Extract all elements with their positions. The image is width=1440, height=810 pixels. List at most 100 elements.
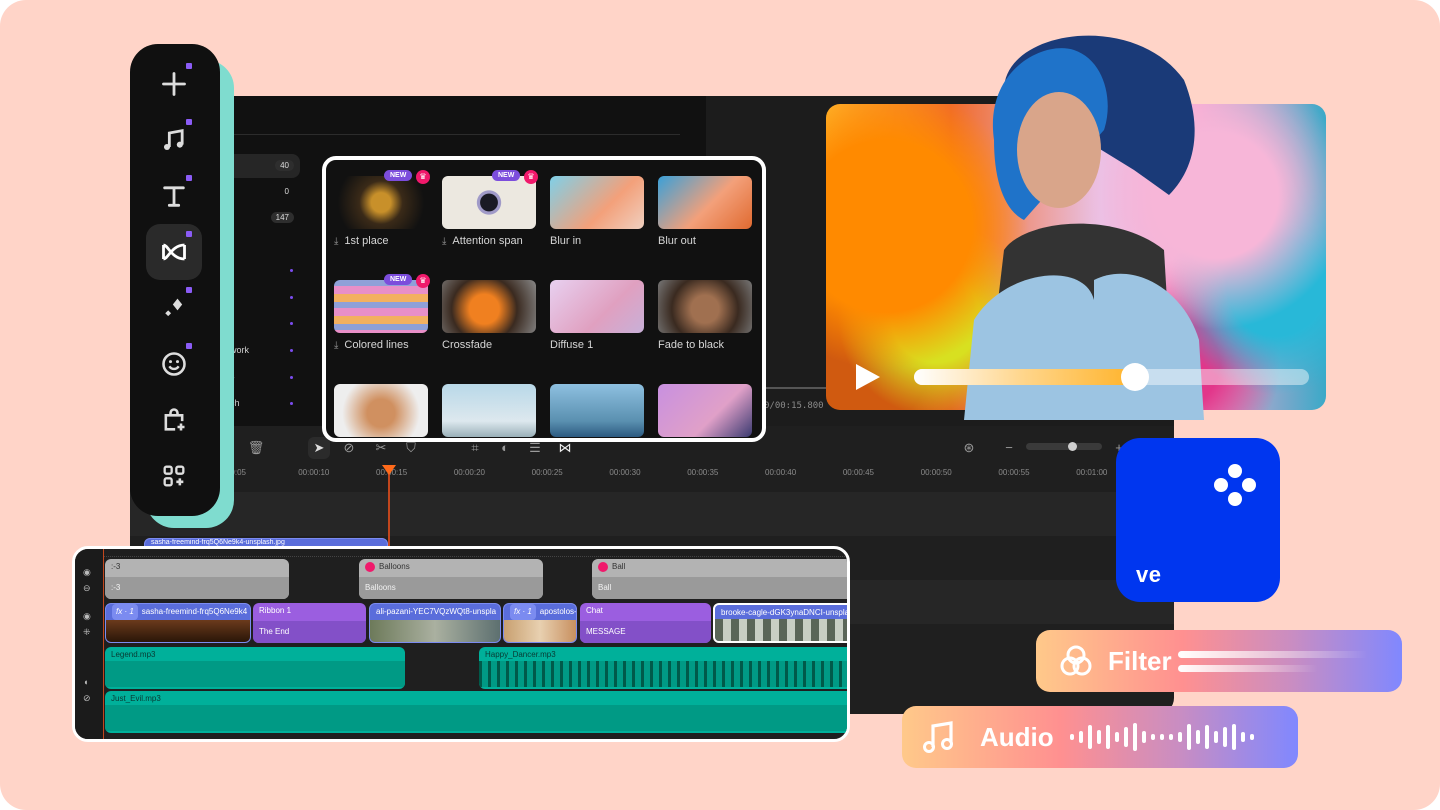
new-badge: NEW [492, 170, 521, 181]
transition-card[interactable]: Fade to black [658, 280, 752, 351]
audio-clip[interactable]: Legend.mp3 [105, 647, 405, 689]
text-icon [163, 186, 185, 207]
new-dot [290, 269, 293, 272]
video-clip[interactable]: ali-pazani-YEC7VQzWQt8-unspla [369, 603, 501, 643]
video-clip[interactable]: fx · 1 apostolos- [503, 603, 577, 643]
plus-icon [162, 72, 186, 96]
eye-icon[interactable]: ◉ [83, 567, 91, 578]
sidebar-item-effects[interactable] [146, 280, 202, 336]
sidebar-item-stickers[interactable] [146, 336, 202, 392]
audio-waveform-decoration [1069, 717, 1254, 757]
transition-thumbnail [442, 384, 536, 437]
text-clip[interactable]: :-3 :-3 [105, 559, 289, 599]
text-clip[interactable]: Ball Ball [592, 559, 847, 599]
ruler-tick-label: 00:00:30 [609, 468, 641, 477]
transitions-panel: NEW ♛ ⤓ 1st place NEW ♛ ⤓ Attention span Blur in… [322, 156, 766, 442]
mini-ruler[interactable] [103, 549, 847, 557]
clip-subtitle: :-3 [105, 577, 289, 599]
promo-canvas: 40 0 147 work s ch 0/00:15.800 🗑 ➤ ⊘ ✂ ⛉… [0, 0, 1440, 810]
transition-card[interactable]: Blur out [658, 176, 752, 247]
transition-card[interactable]: Blur in [550, 176, 644, 247]
transition-name: 1st place [344, 235, 389, 247]
download-icon[interactable]: ⤓ [442, 236, 446, 247]
transition-card[interactable]: NEW ♛ ⤓ Attention span [442, 170, 538, 247]
zoom-slider-knob[interactable] [1067, 442, 1077, 451]
new-dot [186, 175, 192, 181]
wave-bar [1231, 724, 1236, 750]
new-dot [186, 231, 192, 237]
ruler-tick-label: 00:00:20 [453, 468, 485, 477]
transition-card[interactable]: Diffuse 1 [550, 280, 644, 351]
text-template-clip[interactable]: Ribbon 1 The End [253, 603, 366, 643]
playback-progress[interactable] [914, 363, 1309, 391]
eye-icon[interactable]: ◉ [83, 611, 91, 622]
track-headers: ◉ ⊖ ◉ ⁜ ◖ ⊘ [75, 549, 103, 739]
new-dot [290, 402, 293, 405]
video-clip-selected[interactable]: brooke-cagle-dGK3ynaDNCI-unspla [713, 603, 847, 643]
divider [230, 134, 680, 135]
transition-thumbnail [658, 176, 752, 229]
transition-card[interactable]: NEW ♛ ⤓ 1st place [334, 170, 430, 247]
new-dot [186, 119, 192, 125]
sidebar-item-more[interactable] [146, 448, 202, 504]
transition-name: Attention span [452, 235, 523, 247]
play-button[interactable] [856, 364, 880, 390]
audio-clip[interactable]: Happy_Dancer.mp3 [479, 647, 847, 689]
transition-thumbnail [334, 384, 428, 437]
track-lane [130, 492, 1174, 536]
timeline-ruler[interactable]: 00:05 00:00:10 00:00:15 00:00:20 00:00:25 00:… [130, 466, 1174, 488]
text-template-clip[interactable]: Chat MESSAGE [580, 603, 711, 643]
link-icon[interactable]: ⊖ [83, 583, 91, 594]
playhead-handle[interactable] [382, 465, 396, 475]
clip-subtitle: The End [253, 621, 366, 643]
transition-card[interactable]: NEW ♛ ⤓ Colored lines [334, 274, 430, 351]
transition-card[interactable] [334, 384, 428, 437]
zoom-slider[interactable] [1026, 442, 1102, 451]
sidebar-item-store[interactable] [146, 392, 202, 448]
select-pointer-icon[interactable]: ➤ [308, 437, 330, 459]
clip-title: sasha-freemind-frq5Q6Ne9k4 [141, 607, 248, 616]
fx-badge: fx · 1 [510, 604, 536, 620]
ruler-tick-label: 00:00:10 [298, 468, 330, 477]
unlink-icon[interactable]: ⊘ [83, 693, 91, 704]
split-icon[interactable]: ⁜ [83, 627, 91, 638]
volume-icon[interactable]: ◖ [83, 677, 88, 687]
transition-card[interactable] [550, 384, 644, 437]
text-clip[interactable]: Balloons Balloons [359, 559, 543, 599]
waveform [105, 705, 847, 731]
download-icon[interactable]: ⤓ [334, 236, 338, 247]
clip-title: ali-pazani-YEC7VQzWQt8-unspla [376, 607, 497, 616]
ruler-tick-label: 00:00:55 [998, 468, 1030, 477]
wave-bar [1141, 731, 1146, 743]
sidebar-item-transitions[interactable] [146, 224, 202, 280]
logo-dot [1242, 478, 1256, 492]
playhead[interactable] [103, 549, 104, 739]
video-clip[interactable]: fx · 1 sasha-freemind-frq5Q6Ne9k4 [105, 603, 251, 643]
transition-card[interactable] [658, 384, 752, 437]
transition-card[interactable] [442, 384, 536, 437]
transition-name: Blur out [658, 235, 696, 247]
category-count: 147 [270, 212, 294, 223]
wave-bar [1168, 734, 1173, 740]
audio-clip[interactable]: Just_Evil.mp3 [105, 691, 847, 733]
playback-progress-knob[interactable] [1121, 363, 1150, 391]
wave-bar [1105, 725, 1110, 749]
filmstrip [715, 619, 847, 641]
clip-subtitle: Balloons [359, 577, 543, 599]
waveform [479, 661, 847, 687]
smiley-icon [162, 352, 186, 376]
sidebar-item-text[interactable] [146, 168, 202, 224]
wave-bar [1249, 734, 1254, 740]
filter-lines-decoration [1177, 650, 1368, 672]
filter-feature-pill: Filter [1036, 630, 1402, 692]
delete-icon[interactable]: 🗑 [245, 437, 267, 459]
premium-crown-icon [365, 561, 375, 572]
zoom-out-button[interactable]: − [998, 437, 1020, 459]
new-dot [290, 349, 293, 352]
sidebar-item-audio[interactable] [146, 112, 202, 168]
sidebar-item-add[interactable] [146, 56, 202, 112]
apps-plus-icon [163, 465, 185, 487]
transition-card[interactable]: Crossfade [442, 280, 536, 351]
download-icon[interactable]: ⤓ [334, 340, 338, 351]
snap-magnet-icon[interactable]: ⊛ [958, 437, 980, 459]
